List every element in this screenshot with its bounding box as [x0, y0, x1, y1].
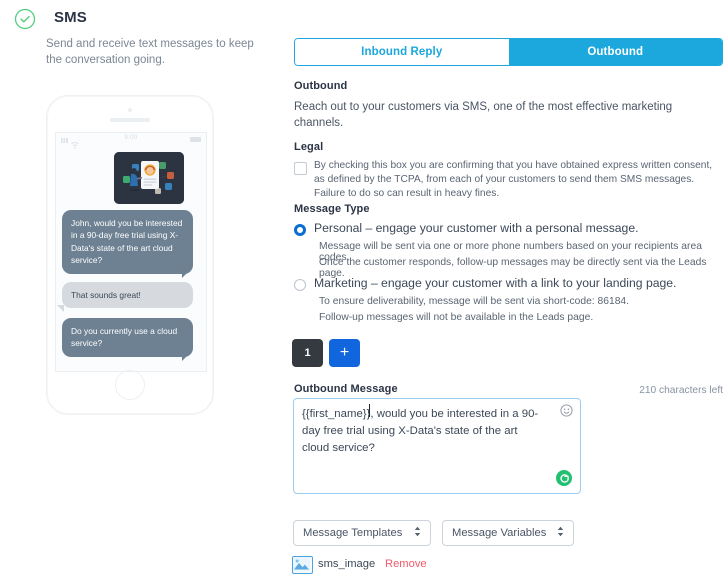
radio-marketing-help-1: To ensure deliverability, message will b…	[319, 296, 630, 307]
image-icon	[292, 556, 313, 574]
chat-bubble-tail	[182, 271, 189, 278]
channel-tabs: Inbound Reply Outbound	[294, 38, 723, 66]
message-variables-label: Message Variables	[452, 527, 547, 539]
characters-left-counter: 210 characters left	[639, 385, 723, 396]
tab-inbound-reply[interactable]: Inbound Reply	[295, 39, 509, 65]
phone-clock: 9:00	[124, 135, 138, 141]
phone-screen: 9:00 John, would you be interested in a …	[55, 132, 207, 372]
sms-settings-page: SMS Send and receive text messages to ke…	[0, 0, 727, 581]
chat-bubble-outgoing: John, would you be interested in a 90-da…	[62, 210, 193, 274]
attachment-name: sms_image	[318, 558, 376, 570]
chat-bubble-tail	[57, 305, 64, 312]
outbound-message-value: {{first_name}}, would you be interested …	[302, 408, 539, 454]
outbound-description: Reach out to your customers via SMS, one…	[294, 101, 673, 129]
message-templates-label: Message Templates	[303, 527, 403, 539]
tab-outbound[interactable]: Outbound	[508, 39, 722, 65]
left-panel: SMS Send and receive text messages to ke…	[0, 0, 290, 581]
message-type-title: Message Type	[294, 203, 370, 215]
radio-marketing[interactable]	[294, 279, 306, 291]
chat-thread: John, would you be interested in a 90-da…	[56, 146, 206, 371]
phone-status-bar: 9:00	[56, 133, 206, 149]
outbound-section-title: Outbound	[294, 80, 348, 92]
outbound-message-label: Outbound Message	[294, 383, 398, 395]
battery-icon	[190, 137, 201, 142]
chat-bubble-outgoing: Do you currently use a cloud service?	[62, 318, 193, 357]
message-templates-select[interactable]: Message Templates	[293, 520, 431, 546]
chevron-updown-icon	[557, 524, 564, 542]
radio-personal-label: Personal – engage your customer with a p…	[314, 221, 639, 235]
outbound-message-textarea[interactable]: {{first_name}}, would you be interested …	[293, 398, 581, 494]
message-count-button[interactable]: 1	[292, 339, 323, 367]
message-attachment-image	[114, 152, 184, 204]
radio-personal[interactable]	[294, 224, 306, 236]
chevron-updown-icon	[414, 524, 421, 542]
smiley-icon[interactable]	[560, 404, 573, 417]
check-circle-icon	[14, 8, 36, 30]
remove-attachment-link[interactable]: Remove	[385, 558, 427, 570]
message-variables-select[interactable]: Message Variables	[442, 520, 574, 546]
radio-marketing-label: Marketing – engage your customer with a …	[314, 276, 677, 290]
add-message-button[interactable]: +	[329, 339, 360, 367]
refresh-icon[interactable]	[556, 470, 572, 486]
page-description: Send and receive text messages to keep t…	[46, 38, 254, 66]
chat-bubble-tail	[182, 354, 189, 361]
right-panel: Inbound Reply Outbound Outbound Reach ou…	[290, 0, 727, 581]
legal-consent-checkbox[interactable]	[294, 162, 307, 175]
radio-marketing-help-2: Follow-up messages will not be available…	[319, 312, 594, 323]
text-cursor	[369, 404, 370, 417]
chat-bubble-incoming: That sounds great!	[62, 282, 193, 309]
phone-speaker-bar	[110, 118, 150, 122]
legal-section-title: Legal	[294, 141, 324, 153]
legal-consent-text: By checking this box you are confirming …	[314, 160, 713, 199]
sms-header: SMS	[8, 4, 282, 34]
page-title: SMS	[54, 9, 87, 26]
phone-camera-dot	[128, 108, 132, 112]
phone-preview: 9:00 John, would you be interested in a …	[46, 95, 214, 415]
home-button[interactable]	[115, 370, 145, 400]
